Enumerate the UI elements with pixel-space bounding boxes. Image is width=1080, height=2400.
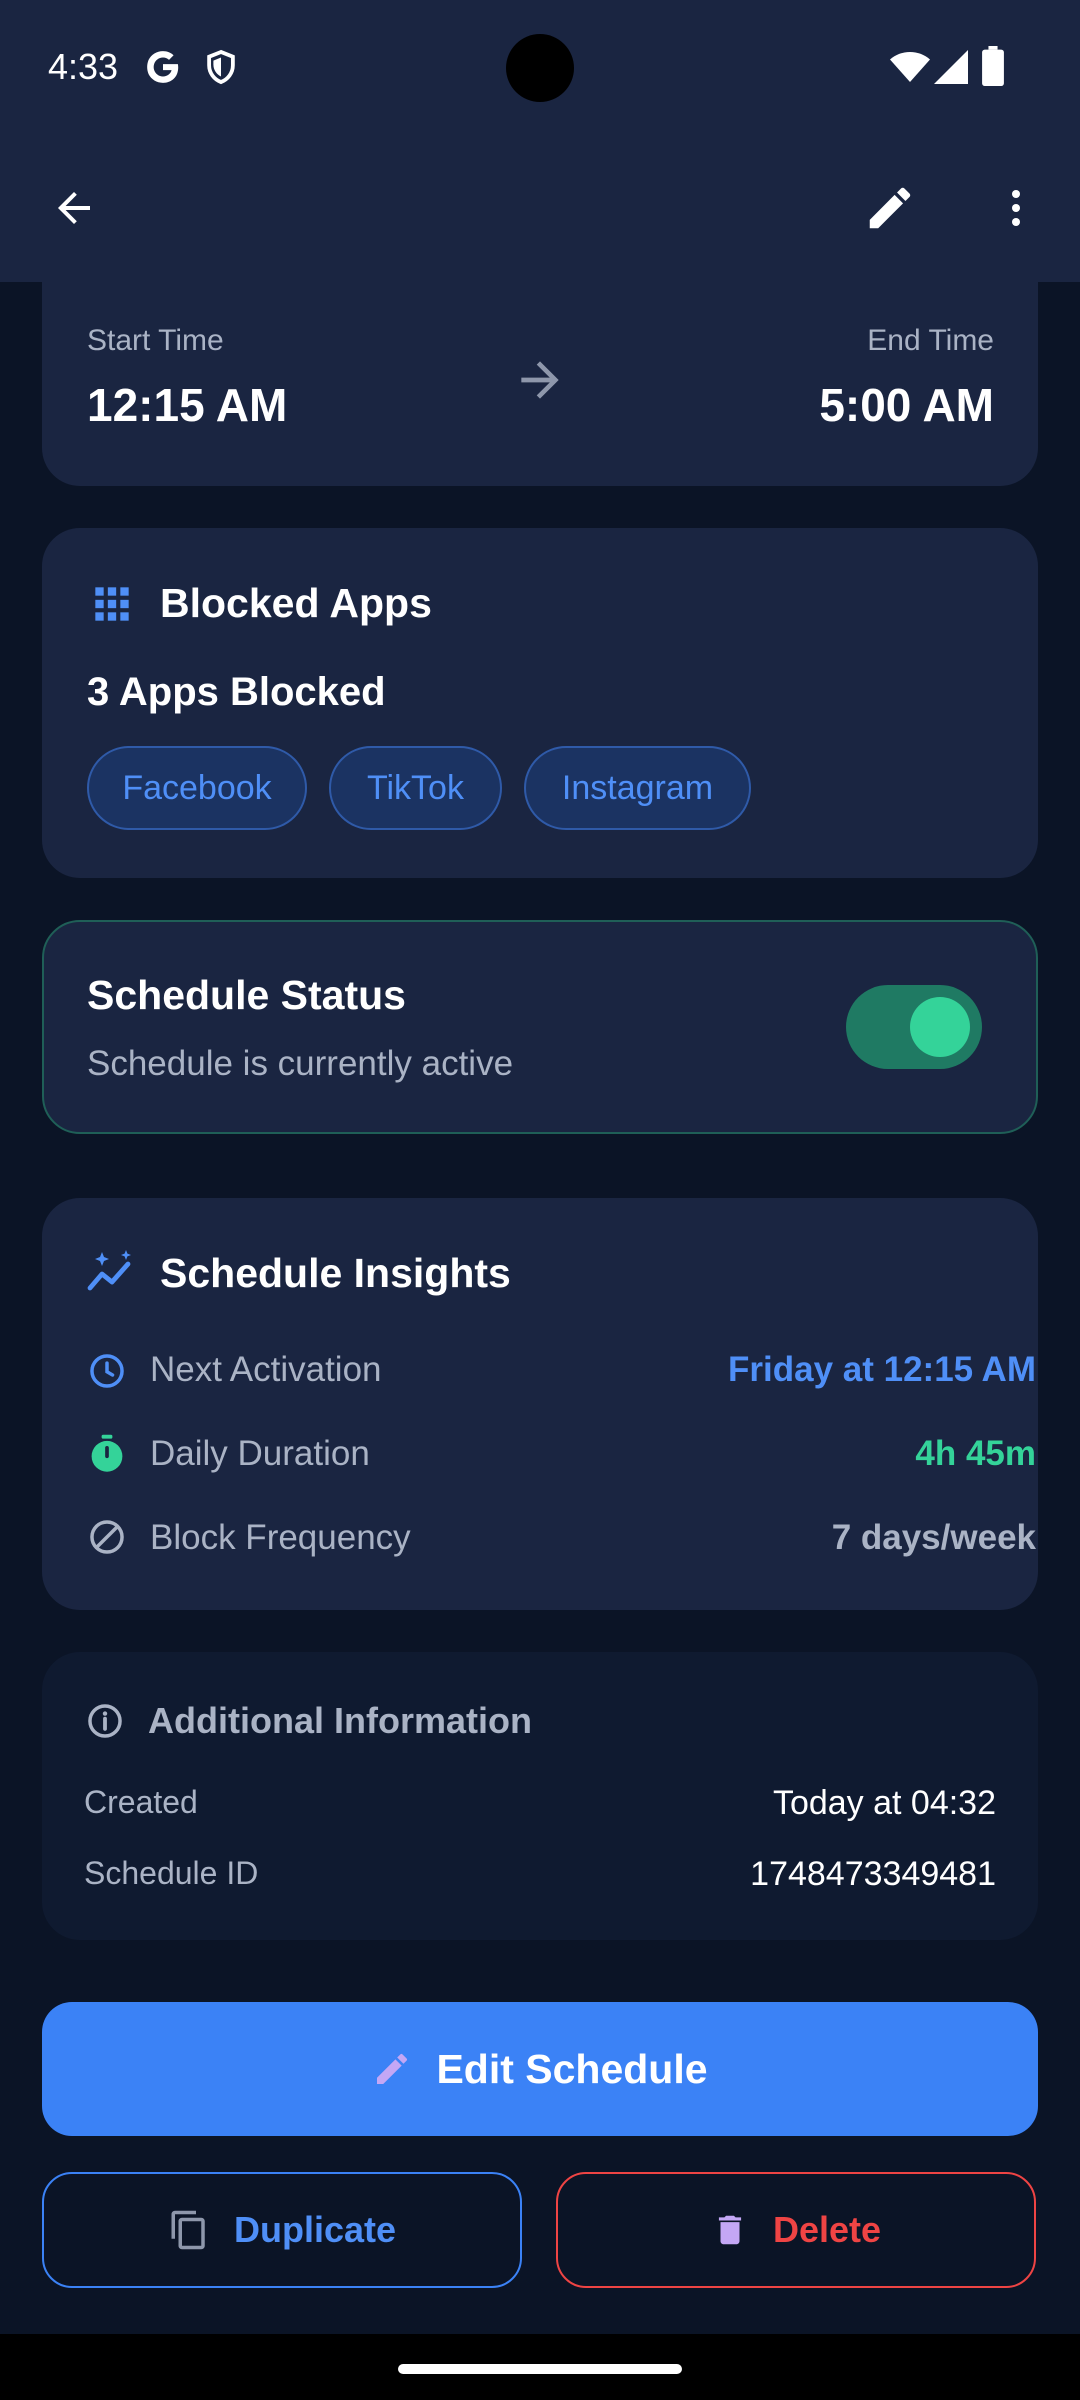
next-activation-value: Friday at 12:15 AM xyxy=(728,1350,1036,1389)
schedule-active-toggle[interactable] xyxy=(846,985,982,1069)
insights-icon xyxy=(87,1250,131,1291)
trash-icon xyxy=(718,2215,742,2245)
schedule-id-value: 1748473349481 xyxy=(750,1855,996,1893)
clock-icon xyxy=(90,1354,124,1388)
apps-blocked-count: 3 Apps Blocked xyxy=(87,670,386,714)
apps-grid-icon xyxy=(95,587,129,621)
back-button[interactable] xyxy=(34,168,114,248)
block-frequency-label: Block Frequency xyxy=(150,1518,411,1557)
duplicate-label: Duplicate xyxy=(233,2209,397,2250)
google-icon xyxy=(147,51,179,83)
battery-icon xyxy=(982,46,1004,86)
edit-button[interactable] xyxy=(850,168,930,248)
next-activation-label: Next Activation xyxy=(150,1350,382,1389)
arrow-right-icon xyxy=(521,361,559,399)
created-value: Today at 04:32 xyxy=(772,1784,996,1822)
back-arrow-icon xyxy=(58,192,90,224)
end-time-label: End Time xyxy=(867,324,994,357)
app-chip-instagram[interactable]: Instagram xyxy=(524,746,751,830)
pencil-icon xyxy=(377,2053,408,2084)
delete-button[interactable]: Delete xyxy=(556,2172,1036,2288)
edit-schedule-button[interactable]: Edit Schedule xyxy=(42,2002,1038,2136)
more-vert-icon xyxy=(1012,190,1020,226)
edit-schedule-label: Edit Schedule xyxy=(436,2045,708,2092)
more-options-button[interactable] xyxy=(976,168,1056,248)
copy-icon xyxy=(171,2210,205,2250)
start-time-value: 12:15 AM xyxy=(87,379,288,431)
info-icon xyxy=(88,1704,122,1738)
start-time-label: Start Time xyxy=(87,324,224,357)
app-chip-tiktok[interactable]: TikTok xyxy=(329,746,502,830)
edit-icon xyxy=(869,187,911,229)
delete-label: Delete xyxy=(772,2209,882,2250)
insights-title: Schedule Insights xyxy=(160,1250,511,1296)
status-time: 4:33 xyxy=(48,46,119,87)
schedule-status-title: Schedule Status xyxy=(87,972,406,1018)
wifi-icon xyxy=(890,52,930,82)
timer-icon xyxy=(91,1434,123,1472)
app-chip-facebook[interactable]: Facebook xyxy=(87,746,307,830)
created-label: Created xyxy=(84,1784,198,1820)
time-range-card: Start Time 12:15 AM End Time 5:00 AM xyxy=(42,240,1038,486)
signal-icon xyxy=(934,50,968,84)
shield-icon xyxy=(207,49,235,85)
home-indicator[interactable] xyxy=(398,2364,682,2374)
toggle-thumb xyxy=(910,997,970,1057)
duplicate-button[interactable]: Duplicate xyxy=(42,2172,522,2288)
camera-cutout xyxy=(506,34,574,102)
block-icon xyxy=(90,1520,124,1554)
end-time-value: 5:00 AM xyxy=(819,379,994,431)
daily-duration-value: 4h 45m xyxy=(915,1434,1036,1473)
daily-duration-label: Daily Duration xyxy=(150,1434,370,1473)
block-frequency-value: 7 days/week xyxy=(831,1518,1036,1557)
blocked-apps-title: Blocked Apps xyxy=(160,580,432,626)
schedule-status-subtitle: Schedule is currently active xyxy=(87,1044,514,1083)
schedule-id-label: Schedule ID xyxy=(84,1855,259,1891)
additional-info-title: Additional Information xyxy=(148,1700,532,1741)
